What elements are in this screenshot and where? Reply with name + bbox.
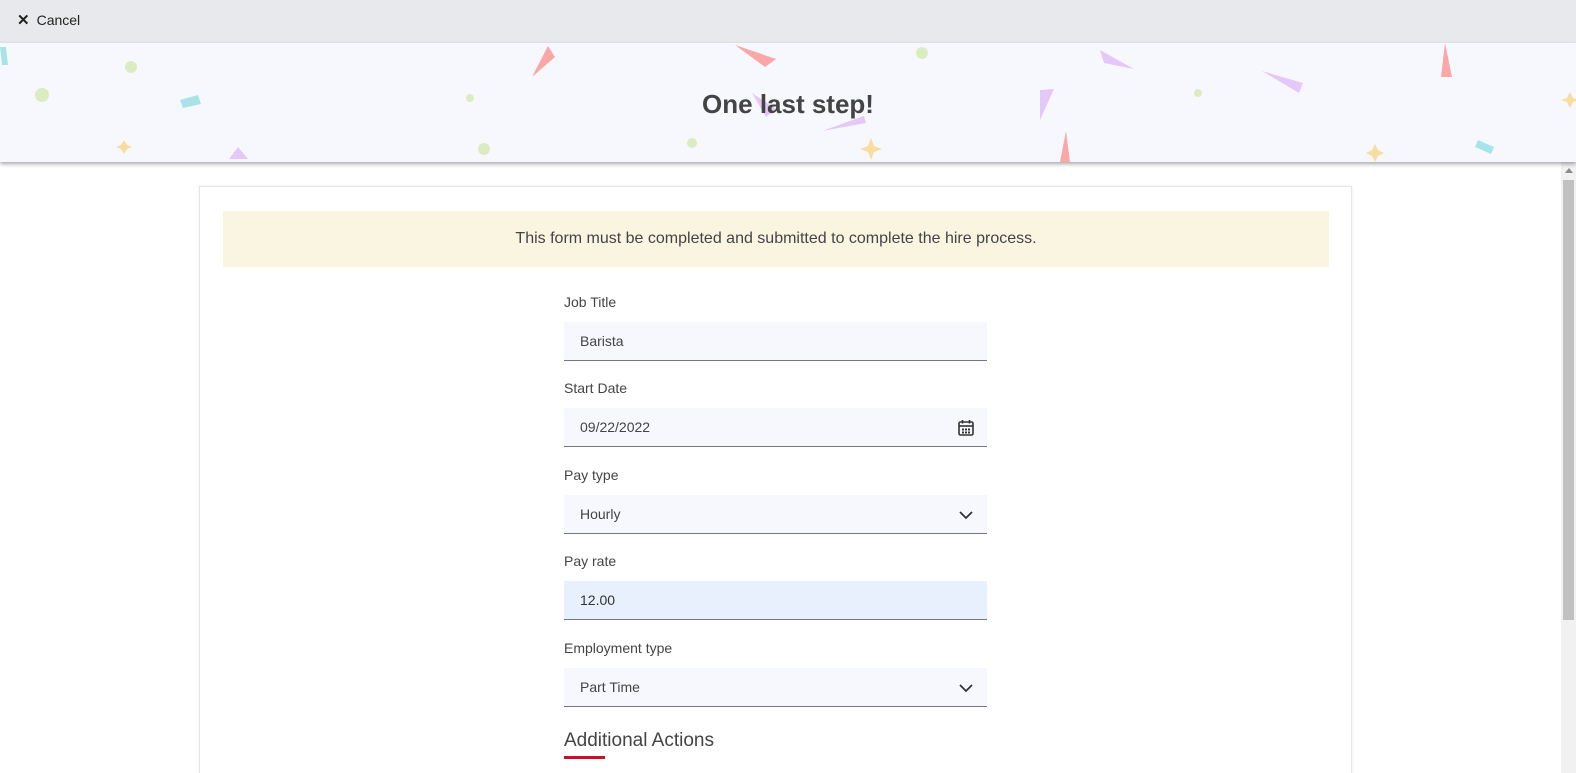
chevron-down-icon	[959, 684, 973, 693]
employment-type-label: Employment type	[564, 640, 673, 656]
pay-type-label: Pay type	[564, 467, 619, 483]
cancel-button[interactable]: ✕ Cancel	[17, 10, 80, 30]
start-date-value: 09/22/2022	[580, 419, 651, 435]
heading-underline	[564, 756, 605, 759]
close-icon: ✕	[17, 11, 30, 29]
start-date-field[interactable]: 09/22/2022	[564, 408, 987, 447]
cancel-label: Cancel	[36, 12, 81, 28]
chevron-down-icon	[959, 511, 973, 520]
notice-banner: This form must be completed and submitte…	[223, 211, 1329, 267]
job-title-field[interactable]: Barista	[564, 322, 987, 361]
top-bar: ✕ Cancel	[0, 0, 1576, 43]
additional-actions-heading: Additional Actions	[564, 730, 714, 751]
confetti-banner: One last step!	[0, 43, 1576, 162]
job-title-label: Job Title	[564, 294, 617, 310]
job-title-value: Barista	[580, 333, 624, 349]
page-title: One last step!	[702, 89, 874, 119]
scrollbar-thumb[interactable]	[1563, 180, 1574, 620]
pay-rate-value: 12.00	[580, 592, 616, 608]
start-date-label: Start Date	[564, 380, 628, 396]
scroll-up-icon[interactable]	[1565, 168, 1573, 173]
pay-type-select[interactable]: Hourly	[564, 495, 987, 534]
pay-rate-field[interactable]: 12.00	[564, 581, 987, 620]
pay-rate-label: Pay rate	[564, 553, 617, 569]
hire-form-card: This form must be completed and submitte…	[199, 186, 1352, 773]
employment-type-value: Part Time	[580, 679, 640, 695]
employment-type-select[interactable]: Part Time	[564, 668, 987, 707]
pay-type-value: Hourly	[580, 506, 621, 522]
vertical-scrollbar[interactable]	[1561, 162, 1576, 773]
calendar-icon[interactable]	[957, 419, 975, 437]
